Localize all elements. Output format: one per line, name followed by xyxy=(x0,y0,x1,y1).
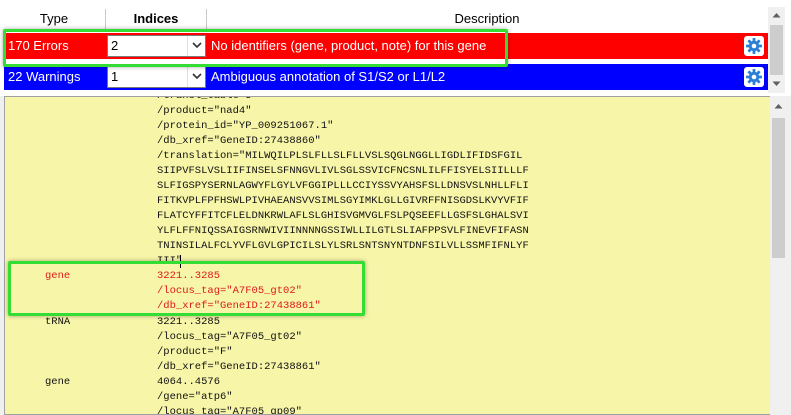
scroll-thumb[interactable] xyxy=(770,25,783,75)
flatfile-line: /gene="atp6" xyxy=(157,391,233,403)
flatfile-line: /db_xref="GeneID:27438860" xyxy=(157,135,321,147)
gear-icon[interactable] xyxy=(744,67,764,87)
error-row[interactable]: 170 Errors 2 No identifiers (gene, produ… xyxy=(4,33,768,59)
flatfile-line: SLFIGSPYSERNLAGWYFLGYLVFGGIPLLLCCIYSSVYA… xyxy=(157,180,529,192)
flatfile-line: /translation="MILWQILPLSLFLLSLFLLVSLSQGL… xyxy=(157,150,523,162)
feature-location: 3221..3285 xyxy=(157,316,221,328)
flatfile-line: /db_xref="GeneID:27438861" xyxy=(157,361,321,373)
scroll-thumb[interactable] xyxy=(772,118,785,258)
text-cursor xyxy=(180,255,181,268)
flatfile-line: /db_xref="GeneID:27438861" xyxy=(157,300,321,312)
chevron-down-icon[interactable] xyxy=(187,36,205,56)
flatfile-line: FITKVPLFPFHSWLPIVHAEANSVVSIMLSGYIMKLGLLG… xyxy=(157,195,529,207)
feature-key-trna: tRNA xyxy=(45,316,71,328)
feature-location: 4064..4576 xyxy=(157,376,221,388)
warning-description-cell[interactable]: Ambiguous annotation of S1/S2 or L1/L2 xyxy=(207,64,742,90)
flatfile-line: YLFLFFNIQSSAIGSRNWIVIINNNNGSSIWLLILGTLSL… xyxy=(157,225,529,237)
scroll-down-arrow-icon[interactable] xyxy=(768,76,785,93)
warning-index-dropdown[interactable]: 1 xyxy=(107,66,206,88)
error-index-dropdown[interactable]: 2 xyxy=(107,35,206,57)
warning-type-cell[interactable]: 22 Warnings xyxy=(4,64,104,90)
gear-icon[interactable] xyxy=(744,36,764,56)
flatfile-line: /locus_tag="A7F05_gt02" xyxy=(157,331,302,343)
flatfile-line: /locus_tag="A7F05_gt02" xyxy=(157,285,302,297)
error-description-cell[interactable]: No identifiers (gene, product, note) for… xyxy=(207,33,742,59)
flatfile-line: III" xyxy=(157,255,183,267)
flatfile-line: TNINSILALFCLYVFLGVLGPICILSLYLSRLSNTSNYNT… xyxy=(157,240,529,252)
flatfile-line: /transl_table=5 xyxy=(157,96,252,102)
column-header-indices[interactable]: Indices xyxy=(106,7,206,31)
warning-index-value: 1 xyxy=(111,69,119,84)
flatfile-line: FLATCYFFITCFLELDNKRWLAFLSLGHISVGMVGLFSLP… xyxy=(157,210,529,222)
flatfile-line: /product="nad4" xyxy=(157,105,252,117)
text-view-scrollbar[interactable] xyxy=(770,96,787,415)
column-header-description[interactable]: Description xyxy=(207,7,767,31)
chevron-down-icon[interactable] xyxy=(187,67,205,87)
feature-location: 3221..3285 xyxy=(157,270,221,282)
column-header-type[interactable]: Type xyxy=(4,7,104,31)
validation-grid: Type Indices Description 170 Errors 2 No… xyxy=(0,0,791,96)
flatfile-text-view[interactable]: /transl_table=5 /product="nad4" /protein… xyxy=(4,96,772,415)
flatfile-line: /product="F" xyxy=(157,346,233,358)
feature-key-gene: gene xyxy=(45,376,71,388)
scroll-up-arrow-icon[interactable] xyxy=(768,7,785,24)
grid-scrollbar[interactable] xyxy=(768,7,785,93)
error-type-cell[interactable]: 170 Errors xyxy=(4,33,104,59)
flatfile-line: /locus_tag="A7F05_gp09" xyxy=(157,406,302,415)
feature-key-gene: gene xyxy=(45,270,71,282)
error-index-value: 2 xyxy=(111,38,119,53)
scroll-up-arrow-icon[interactable] xyxy=(770,98,787,115)
warning-row[interactable]: 22 Warnings 1 Ambiguous annotation of S1… xyxy=(4,64,768,90)
flatfile-line: /protein_id="YP_009251067.1" xyxy=(157,120,334,132)
flatfile-line: SIIPVFSLVSLIIFINSELSFNNGVLIVLSGLSSVICFNC… xyxy=(157,165,529,177)
